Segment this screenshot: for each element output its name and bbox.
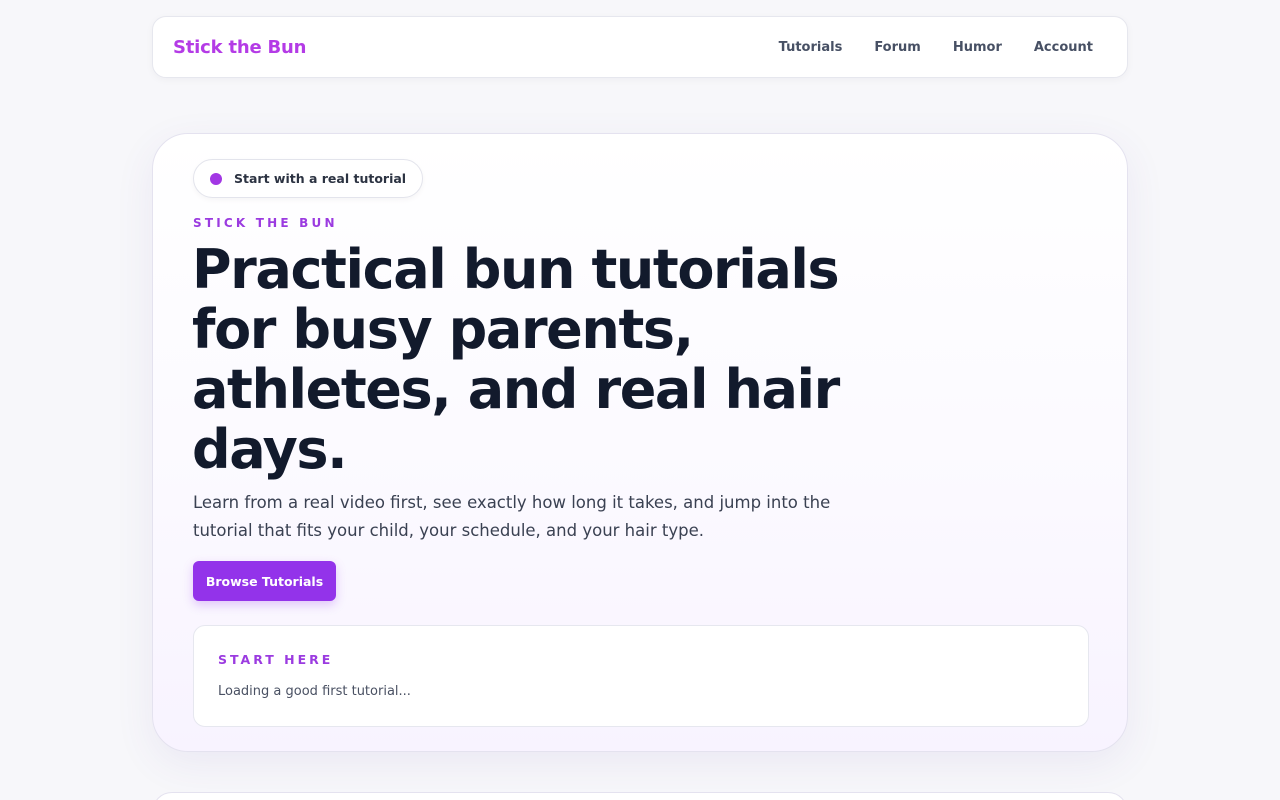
start-here-card: START HERE Loading a good first tutorial…	[193, 625, 1089, 727]
page: Stick the Bun Tutorials Forum Humor Acco…	[0, 0, 1280, 800]
hero-headline: Practical bun tutorials for busy parents…	[192, 238, 840, 481]
nav-link-tutorials[interactable]: Tutorials	[779, 40, 843, 55]
hero-pill-label: Start with a real tutorial	[234, 171, 407, 186]
status-dot-icon	[210, 172, 222, 185]
nav-link-humor[interactable]: Humor	[953, 40, 1002, 55]
hero-eyebrow: STICK THE BUN	[193, 216, 338, 230]
start-here-status: Loading a good first tutorial...	[218, 684, 411, 699]
brand-logo-link[interactable]: Stick the Bun	[173, 37, 306, 58]
hero-description: Learn from a real video first, see exact…	[193, 493, 831, 540]
top-navbar: Stick the Bun Tutorials Forum Humor Acco…	[152, 16, 1128, 78]
next-section-card	[152, 792, 1128, 800]
hero-pill: Start with a real tutorial	[193, 159, 424, 198]
hero-card: Start with a real tutorial STICK THE BUN…	[152, 133, 1128, 752]
start-here-eyebrow: START HERE	[218, 652, 334, 667]
nav-link-forum[interactable]: Forum	[874, 40, 921, 55]
browse-tutorials-button[interactable]: Browse Tutorials	[193, 561, 336, 601]
nav-link-account[interactable]: Account	[1034, 40, 1093, 55]
nav-links: Tutorials Forum Humor Account	[779, 40, 1093, 55]
